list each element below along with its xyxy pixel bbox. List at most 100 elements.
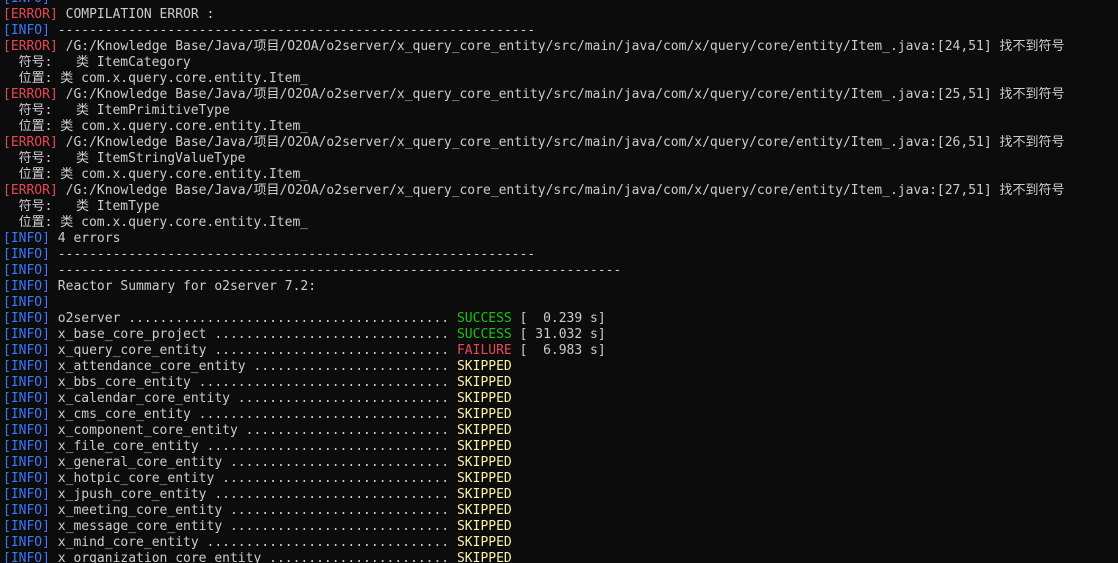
console-line: [INFO] ---------------------------------… — [3, 23, 1118, 39]
log-level-error: [ERROR] — [3, 7, 58, 22]
console-line: [INFO] x_meeting_core_entity ...........… — [3, 503, 1118, 519]
build-status-skipped: SKIPPED — [456, 439, 512, 454]
console-line: 位置: 类 com.x.query.core.entity.Item_ — [3, 167, 1118, 183]
log-level-info: [INFO] — [3, 439, 50, 454]
log-message: x_attendance_core_entity ...............… — [49, 359, 457, 374]
log-message: x_query_core_entity ....................… — [49, 343, 457, 358]
log-level-info: [INFO] — [3, 391, 50, 406]
log-message: x_hotpic_core_entity ...................… — [49, 471, 457, 486]
log-level-info: [INFO] — [3, 311, 50, 326]
log-level-info: [INFO] — [3, 231, 50, 246]
log-message: x_organization_core_entity .............… — [49, 551, 457, 563]
console-line: [INFO] 4 errors — [3, 231, 1118, 247]
console-line: [INFO] Reactor Summary for o2server 7.2: — [3, 279, 1118, 295]
log-message: x_file_core_entity .....................… — [49, 439, 457, 454]
log-level-info: [INFO] — [3, 375, 50, 390]
console-line: 符号: 类 ItemPrimitiveType — [3, 103, 1118, 119]
log-message: 位置: 类 com.x.query.core.entity.Item_ — [3, 167, 309, 182]
console-line: [INFO] x_base_core_project .............… — [3, 327, 1118, 343]
log-level-error: [ERROR] — [3, 39, 58, 54]
log-message: 位置: 类 com.x.query.core.entity.Item_ — [3, 119, 309, 134]
console-line: [INFO] x_calendar_core_entity ..........… — [3, 391, 1118, 407]
console-line: [INFO] x_message_core_entity ...........… — [3, 519, 1118, 535]
build-status-failure: FAILURE — [456, 343, 512, 358]
log-level-info: [INFO] — [3, 263, 50, 278]
log-message: ----------------------------------------… — [49, 247, 536, 262]
log-level-info: [INFO] — [3, 359, 50, 374]
log-level-info: [INFO] — [3, 0, 50, 6]
log-message: /G:/Knowledge Base/Java/项目/O2OA/o2server… — [57, 135, 1065, 150]
console-line: [INFO] x_bbs_core_entity ...............… — [3, 375, 1118, 391]
log-level-info: [INFO] — [3, 23, 50, 38]
build-status-skipped: SKIPPED — [456, 391, 512, 406]
log-level-error: [ERROR] — [3, 183, 58, 198]
log-level-info: [INFO] — [3, 423, 50, 438]
log-message: 符号: 类 ItemPrimitiveType — [3, 103, 230, 118]
log-message: o2server ...............................… — [49, 311, 457, 326]
console-line: [ERROR] COMPILATION ERROR : — [3, 7, 1118, 23]
console-line: [INFO] ---------------------------------… — [3, 263, 1118, 279]
log-level-info: [INFO] — [3, 471, 50, 486]
console-line: [INFO] x_attendance_core_entity ........… — [3, 359, 1118, 375]
console-line: [ERROR] /G:/Knowledge Base/Java/项目/O2OA/… — [3, 87, 1118, 103]
console-line: [ERROR] /G:/Knowledge Base/Java/项目/O2OA/… — [3, 39, 1118, 55]
log-message: ----------------------------------------… — [49, 263, 622, 278]
log-message: /G:/Knowledge Base/Java/项目/O2OA/o2server… — [57, 87, 1065, 102]
log-level-info: [INFO] — [3, 455, 50, 470]
build-status-skipped: SKIPPED — [456, 423, 512, 438]
console-line: 位置: 类 com.x.query.core.entity.Item_ — [3, 119, 1118, 135]
log-message: x_general_core_entity ..................… — [49, 455, 457, 470]
build-status-skipped: SKIPPED — [456, 455, 512, 470]
build-status-skipped: SKIPPED — [456, 471, 512, 486]
log-message: x_calendar_core_entity .................… — [49, 391, 457, 406]
build-status-skipped: SKIPPED — [456, 503, 512, 518]
log-message: x_meeting_core_entity ..................… — [49, 503, 457, 518]
log-message: x_component_core_entity ................… — [49, 423, 457, 438]
log-level-error: [ERROR] — [3, 135, 58, 150]
console-line: [INFO] x_query_core_entity .............… — [3, 343, 1118, 359]
console-line: [INFO] x_organization_core_entity ......… — [3, 551, 1118, 563]
console-output[interactable]: [INFO][ERROR] COMPILATION ERROR :[INFO] … — [0, 0, 1118, 563]
log-message: COMPILATION ERROR : — [57, 7, 215, 22]
build-status-skipped: SKIPPED — [456, 535, 512, 550]
console-line: [INFO] — [3, 0, 1118, 7]
build-status-success: SUCCESS — [456, 327, 512, 342]
log-level-info: [INFO] — [3, 551, 50, 563]
log-message: x_bbs_core_entity ......................… — [49, 375, 457, 390]
log-message: 符号: 类 ItemType — [3, 199, 160, 214]
console-line: [ERROR] /G:/Knowledge Base/Java/项目/O2OA/… — [3, 135, 1118, 151]
console-line: 位置: 类 com.x.query.core.entity.Item_ — [3, 71, 1118, 87]
build-duration: [ 6.983 s] — [511, 343, 606, 358]
log-message: 符号: 类 ItemCategory — [3, 55, 191, 70]
console-line: [INFO] x_hotpic_core_entity ............… — [3, 471, 1118, 487]
log-level-info: [INFO] — [3, 295, 50, 310]
log-level-info: [INFO] — [3, 503, 50, 518]
build-status-skipped: SKIPPED — [456, 359, 512, 374]
console-line: 符号: 类 ItemStringValueType — [3, 151, 1118, 167]
build-status-skipped: SKIPPED — [456, 407, 512, 422]
log-message: 位置: 类 com.x.query.core.entity.Item_ — [3, 71, 309, 86]
console-line: [INFO] x_mind_core_entity ..............… — [3, 535, 1118, 551]
log-message: /G:/Knowledge Base/Java/项目/O2OA/o2server… — [57, 183, 1065, 198]
log-message: x_jpush_core_entity ....................… — [49, 487, 457, 502]
console-line: [INFO] ---------------------------------… — [3, 247, 1118, 263]
log-level-info: [INFO] — [3, 343, 50, 358]
log-level-info: [INFO] — [3, 407, 50, 422]
build-duration: [ 0.239 s] — [511, 311, 606, 326]
console-line: [INFO] x_jpush_core_entity .............… — [3, 487, 1118, 503]
log-level-info: [INFO] — [3, 247, 50, 262]
console-line: [INFO] x_general_core_entity ...........… — [3, 455, 1118, 471]
console-line: [INFO] x_file_core_entity ..............… — [3, 439, 1118, 455]
log-level-info: [INFO] — [3, 327, 50, 342]
log-message: x_mind_core_entity .....................… — [49, 535, 457, 550]
console-line: [INFO] x_component_core_entity .........… — [3, 423, 1118, 439]
log-message: 4 errors — [49, 231, 121, 246]
build-status-skipped: SKIPPED — [456, 551, 512, 563]
console-line: [INFO] x_cms_core_entity ...............… — [3, 407, 1118, 423]
console-line: [INFO] o2server ........................… — [3, 311, 1118, 327]
log-level-info: [INFO] — [3, 535, 50, 550]
build-status-skipped: SKIPPED — [456, 487, 512, 502]
console-line: [ERROR] /G:/Knowledge Base/Java/项目/O2OA/… — [3, 183, 1118, 199]
log-level-info: [INFO] — [3, 519, 50, 534]
log-message: x_cms_core_entity ......................… — [49, 407, 457, 422]
